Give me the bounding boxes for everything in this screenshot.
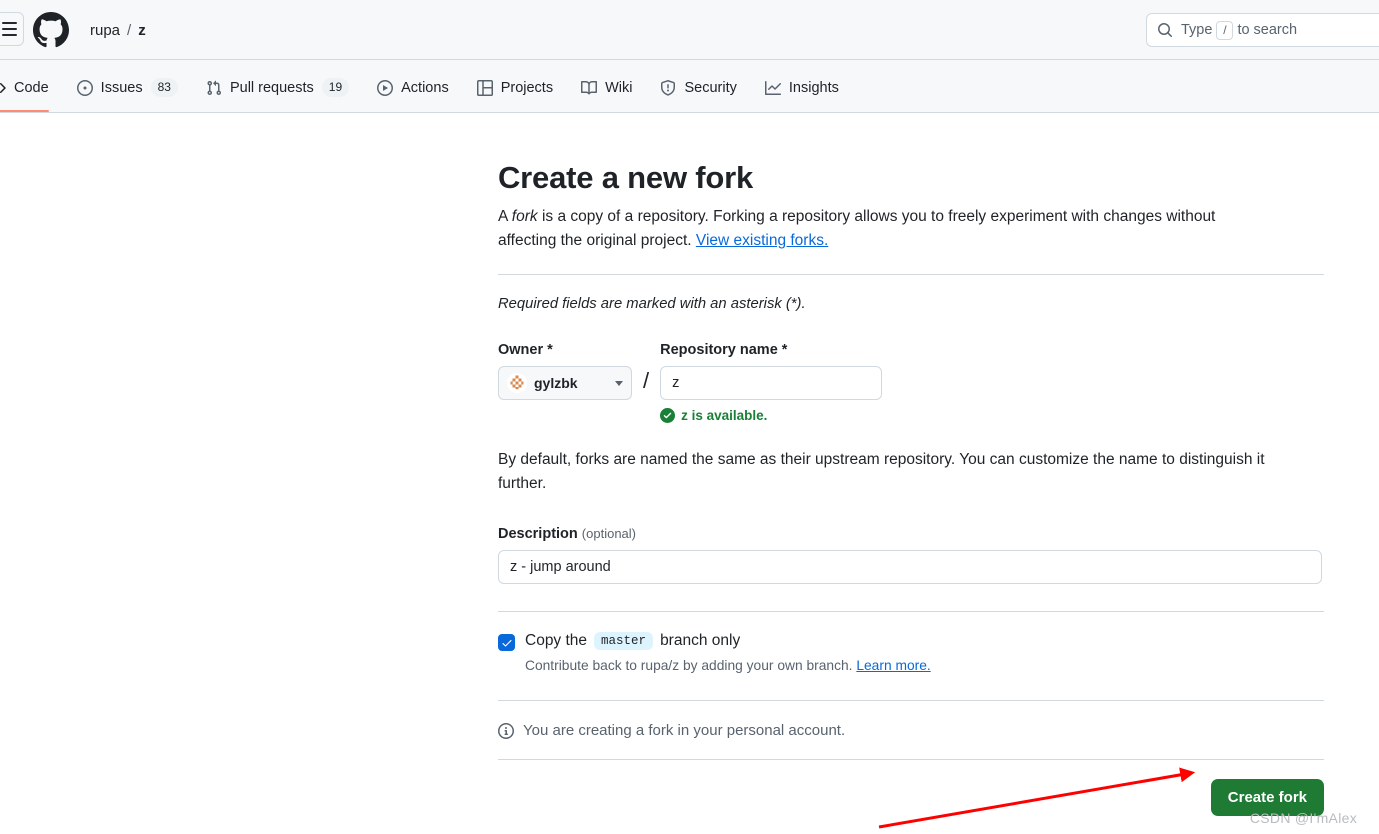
git-pull-request-icon: [206, 80, 222, 96]
breadcrumb: rupa / z: [90, 0, 146, 60]
nav-tab-insights[interactable]: Insights: [751, 63, 853, 112]
fork-intro-text: A fork is a copy of a repository. Forkin…: [498, 205, 1268, 252]
copy-branch-text-before: Copy the: [525, 632, 588, 650]
availability-message: z is available.: [660, 408, 882, 424]
intro-part1: A: [498, 208, 512, 225]
owner-select[interactable]: gylzbk: [498, 366, 632, 401]
nav-tab-issues-count: 83: [150, 78, 178, 97]
check-circle-fill-icon: [660, 408, 676, 424]
nav-tab-pull-requests-label: Pull requests: [229, 79, 314, 96]
nav-tab-projects[interactable]: Projects: [463, 63, 567, 112]
view-existing-forks-link[interactable]: View existing forks.: [696, 232, 828, 249]
search-placeholder-prefix: Type: [1181, 22, 1213, 38]
description-optional-text: (optional): [581, 526, 636, 542]
copy-branch-text-after: branch only: [660, 632, 741, 650]
nav-tab-projects-label: Projects: [500, 79, 554, 96]
nav-tab-issues-label: Issues: [100, 79, 143, 96]
code-icon: [0, 80, 6, 96]
repository-name-input[interactable]: [660, 366, 883, 401]
repository-field-group: Repository name * z is available.: [660, 342, 883, 424]
watermark: CSDN @I'mAlex: [1249, 810, 1357, 826]
branch-name-badge: master: [594, 632, 654, 651]
nav-tab-code[interactable]: Code: [0, 63, 63, 112]
nav-tab-actions[interactable]: Actions: [363, 63, 463, 112]
create-fork-form: Create a new fork A fork is a copy of a …: [498, 160, 1324, 817]
search-input[interactable]: Type / to search: [1146, 13, 1379, 47]
owner-repo-separator: /: [643, 368, 650, 394]
search-slash-key: /: [1216, 20, 1234, 40]
repository-nav: Code Issues 83 Pull requests 19 Actions: [0, 60, 1379, 113]
nav-tab-insights-label: Insights: [788, 79, 839, 96]
intro-italic-fork: fork: [511, 208, 538, 225]
nav-tab-pull-requests-count: 19: [321, 78, 350, 97]
page-title: Create a new fork: [498, 160, 754, 195]
chevron-down-icon: [615, 380, 623, 386]
global-header: rupa / z Type / to search: [0, 0, 1379, 60]
owner-name-value: gylzbk: [534, 375, 578, 392]
personal-account-text: You are creating a fork in your personal…: [523, 722, 846, 740]
description-input[interactable]: [498, 550, 1322, 585]
nav-tab-wiki[interactable]: Wiki: [567, 63, 646, 112]
search-placeholder-suffix: to search: [1237, 22, 1298, 38]
info-icon: [498, 722, 514, 739]
nav-tab-security-label: Security: [684, 79, 737, 96]
by-default-note: By default, forks are named the same as …: [498, 451, 1265, 492]
search-icon: [1157, 22, 1173, 38]
project-table-icon: [476, 79, 493, 96]
owner-repo-row: Owner * gylzbk / Repository name * z z i…: [498, 342, 1324, 424]
availability-text: z is available.: [681, 408, 768, 424]
nav-tab-actions-label: Actions: [401, 79, 449, 96]
divider-before-submit: [498, 759, 1324, 761]
divider-top: [498, 274, 1324, 276]
hamburger-menu-icon[interactable]: [0, 12, 24, 46]
github-logo-icon[interactable]: [33, 12, 69, 53]
issue-opened-icon: [76, 79, 93, 96]
active-tab-underline: [0, 110, 49, 112]
personal-account-note: You are creating a fork in your personal…: [498, 722, 1324, 739]
search-placeholder: Type / to search: [1181, 20, 1298, 40]
intro-part2: is a copy of a repository. Forking a rep…: [498, 208, 1216, 249]
owner-label: Owner *: [498, 342, 553, 359]
user-avatar-identicon: [507, 373, 527, 394]
breadcrumb-repo[interactable]: z: [138, 22, 146, 39]
graph-icon: [764, 80, 781, 96]
play-circle-icon: [377, 79, 394, 96]
contribute-help-label: Contribute back to rupa/z by adding your…: [525, 658, 857, 674]
copy-branch-label: Copy the master branch only: [525, 632, 741, 651]
description-label-text: Description: [498, 526, 578, 543]
book-icon: [581, 80, 598, 96]
divider-after-checkbox: [498, 700, 1324, 702]
learn-more-link[interactable]: Learn more.: [856, 658, 930, 673]
nav-tab-wiki-label: Wiki: [605, 79, 633, 96]
submit-row: Create fork: [498, 779, 1324, 817]
repository-name-label: Repository name *: [660, 342, 788, 359]
breadcrumb-owner[interactable]: rupa: [90, 22, 120, 39]
nav-tab-pull-requests[interactable]: Pull requests 19: [192, 63, 363, 112]
copy-branch-checkbox[interactable]: [498, 634, 515, 652]
description-label: Description (optional): [498, 526, 1324, 542]
divider-after-description: [498, 611, 1324, 613]
nav-tab-code-label: Code: [14, 79, 49, 96]
owner-field-group: Owner * gylzbk: [498, 342, 632, 401]
nav-tab-security[interactable]: Security: [646, 63, 750, 112]
breadcrumb-separator: /: [127, 21, 132, 39]
contribute-help-text: Contribute back to rupa/z by adding your…: [525, 658, 1324, 673]
copy-branch-row: Copy the master branch only: [498, 632, 1324, 652]
nav-tab-issues[interactable]: Issues 83: [63, 63, 192, 112]
required-fields-note: Required fields are marked with an aster…: [498, 296, 806, 313]
shield-icon: [660, 79, 676, 96]
